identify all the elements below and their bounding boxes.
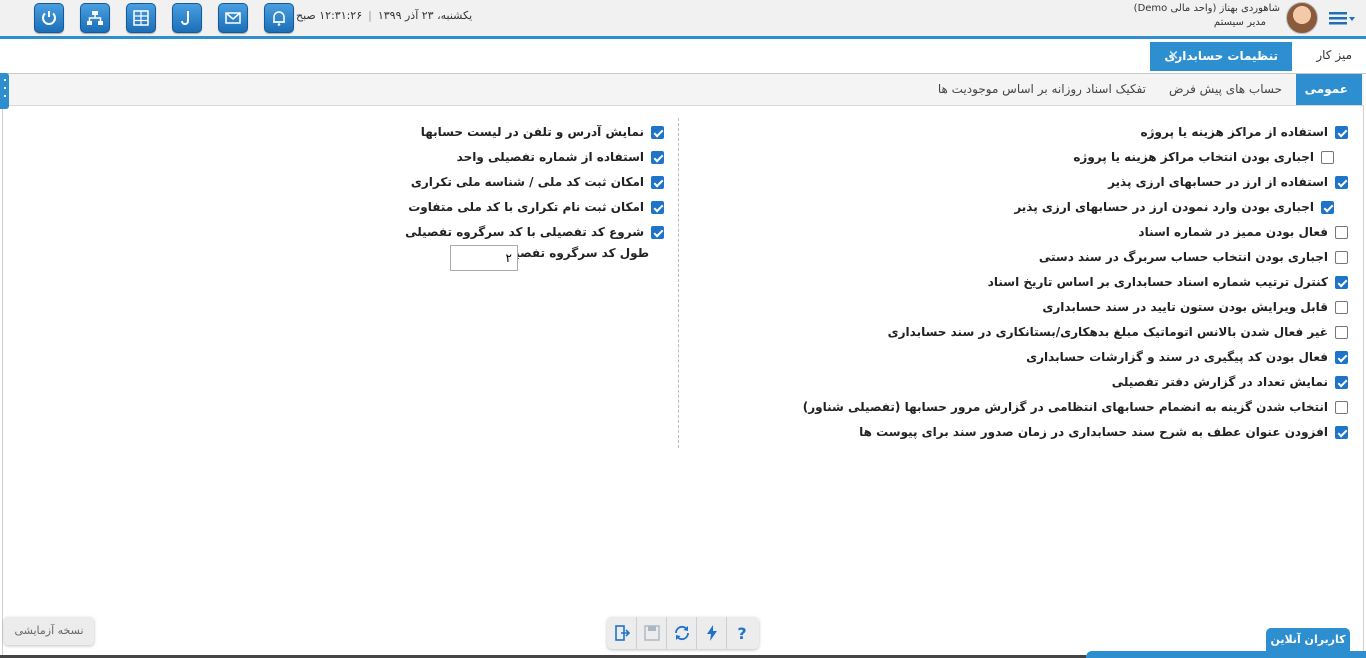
option-label: نمایش آدرس و تلفن در لیست حسابها [420,125,644,139]
exit-icon[interactable] [607,617,637,649]
avatar[interactable] [1286,2,1318,34]
separator: | [368,9,372,22]
checkbox[interactable] [1335,401,1348,414]
option-label: اجباری بودن وارد نمودن ارز در حسابهای ار… [1014,200,1314,214]
option-label: قابل ویرایش بودن ستون تایید در سند حسابد… [1042,300,1328,314]
checkbox[interactable] [1335,301,1348,314]
tab-accounting-settings[interactable]: تنظیمات حسابداری × [1150,42,1292,71]
hamburger-menu-icon[interactable] [1328,8,1356,28]
subtab-general-label: عمومی [1304,82,1348,96]
hook-icon[interactable] [172,3,202,33]
checkbox[interactable] [1335,351,1348,364]
subtab-general[interactable]: عمومی [1296,74,1362,105]
option-label: کنترل ترتیب شماره اسناد حسابداری بر اساس… [987,275,1328,289]
close-icon[interactable]: × [1168,48,1179,63]
checkbox[interactable] [1335,251,1348,264]
checkbox[interactable] [651,201,664,214]
date-text: یکشنبه، ۲۳ آذر ۱۳۹۹ [377,9,473,22]
checkbox[interactable] [651,226,664,239]
checkbox[interactable] [1335,176,1348,189]
online-users-bar [1086,651,1366,658]
checkbox[interactable] [1335,376,1348,389]
tab-label: تنظیمات حسابداری [1164,49,1278,63]
tab-bar: میز کار تنظیمات حسابداری × [0,39,1366,74]
tab-desk[interactable]: میز کار [1316,48,1352,62]
top-bar: شاهوردی بهناز (واحد مالی Demo) مدیر سیست… [0,0,1366,39]
bell-icon[interactable] [264,3,294,33]
lightning-icon[interactable] [697,617,727,649]
option-label: افزودن عنوان عطف به شرح سند حسابداری در … [859,425,1328,439]
checkbox[interactable] [1321,151,1334,164]
org-chart-icon[interactable] [80,3,110,33]
option-label: اجباری بودن انتخاب مراکز هزینه یا پروژه [1073,150,1314,164]
subtab-daily-split[interactable]: تفکیک اسناد روزانه بر اساس موجودیت ها [938,82,1146,96]
demo-version-badge: نسخه آزمایشی [4,617,94,645]
option-label: انتخاب شدن گزینه به انضمام حسابهای انتظا… [802,400,1328,414]
online-users-button[interactable]: کاربران آنلاین [1266,628,1350,652]
option-label: شروع کد تفصیلی با کد سرگروه تفصیلی [405,225,644,239]
checkbox[interactable] [1335,226,1348,239]
option-label: استفاده از ارز در حسابهای ارزی پذیر [1108,175,1328,189]
time-text: ۱۲:۳۱:۲۶ صبح [296,9,363,22]
option-label: فعال بودن ممیز در شماره اسناد [1138,225,1328,239]
user-role: مدیر سیستم [1213,17,1266,28]
option-label: اجباری بودن انتخاب حساب سربرگ در سند دست… [1038,250,1328,264]
checkbox[interactable] [1335,276,1348,289]
settings-subtabs: عمومی حساب های پیش فرض تفکیک اسناد روزان… [9,74,1364,106]
option-label: امکان ثبت کد ملی / شناسه ملی تکراری [410,175,644,189]
column-divider [678,118,679,448]
toolbar-icons [34,3,294,33]
save-icon[interactable] [637,617,667,649]
checkbox[interactable] [651,126,664,139]
subtab-default-accounts[interactable]: حساب های پیش فرض [1169,82,1282,96]
checkbox[interactable] [651,151,664,164]
help-icon[interactable]: ? [727,617,757,649]
refresh-icon[interactable] [667,617,697,649]
detail-group-length-label: طول کد سرگروه تفصیلی [498,246,649,260]
option-label: استفاده از مراکز هزینه یا پروژه [1140,125,1328,139]
checkbox[interactable] [1335,426,1348,439]
option-label: فعال بودن کد پیگیری در سند و گزارشات حسا… [1026,350,1328,364]
detail-group-length-input[interactable] [450,245,518,271]
checkbox[interactable] [1335,326,1348,339]
option-label: استفاده از شماره تفصیلی واحد [456,150,644,164]
date-time: یکشنبه، ۲۳ آذر ۱۳۹۹ | ۱۲:۳۱:۲۶ صبح [296,9,472,22]
mail-icon[interactable] [218,3,248,33]
checkbox[interactable] [651,176,664,189]
bottom-toolbar: ? [607,617,759,649]
checkbox[interactable] [1335,126,1348,139]
user-name: شاهوردی بهناز (واحد مالی Demo) [1133,3,1280,14]
power-icon[interactable] [34,3,64,33]
option-label: امکان ثبت نام تکراری با کد ملی متفاوت [408,200,644,214]
dashboard-icon[interactable] [126,3,156,33]
option-label: نمایش تعداد در گزارش دفتر تفصیلی [1111,375,1328,389]
checkbox[interactable] [1321,201,1334,214]
side-drag-handle[interactable] [0,73,9,109]
help-glyph: ? [737,623,747,643]
option-label: غیر فعال شدن بالانس اتوماتیک مبلغ بدهکار… [887,325,1328,339]
